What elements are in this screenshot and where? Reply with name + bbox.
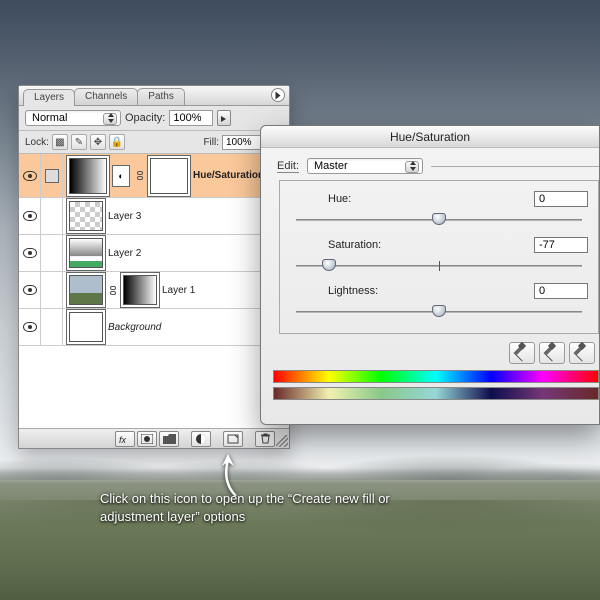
- lock-pixels-icon[interactable]: ✎: [71, 134, 87, 150]
- mask-indicator: [41, 235, 63, 271]
- tab-paths[interactable]: Paths: [137, 88, 185, 105]
- lightness-label: Lightness:: [328, 285, 418, 297]
- layer-row-2[interactable]: Layer 2: [19, 235, 289, 272]
- link-icon: [108, 283, 118, 297]
- mask-icon[interactable]: [137, 431, 157, 447]
- saturation-label: Saturation:: [328, 239, 418, 251]
- callout-text: Click on this icon to open up the “Creat…: [100, 490, 430, 525]
- layer-mask-thumbnail[interactable]: [150, 158, 188, 194]
- layer-row-3[interactable]: Layer 3: [19, 198, 289, 235]
- eye-icon: [23, 285, 37, 295]
- layers-panel: Layers Channels Paths Normal Opacity: Lo…: [18, 85, 290, 449]
- tab-layers[interactable]: Layers: [23, 89, 75, 106]
- layer-row-1[interactable]: Layer 1: [19, 272, 289, 309]
- lightness-field[interactable]: [534, 283, 588, 299]
- blend-mode-value: Normal: [32, 112, 67, 124]
- eye-icon: [23, 322, 37, 332]
- hue-label: Hue:: [328, 193, 418, 205]
- lock-position-icon[interactable]: ✥: [90, 134, 106, 150]
- tab-channels[interactable]: Channels: [74, 88, 138, 105]
- hue-field[interactable]: [534, 191, 588, 207]
- layer-thumbnail: [69, 238, 103, 268]
- eye-icon: [23, 248, 37, 258]
- new-layer-icon[interactable]: [223, 431, 243, 447]
- layer-thumbnail: [69, 201, 103, 231]
- edit-value: Master: [314, 160, 348, 172]
- lock-label: Lock:: [25, 137, 49, 148]
- layer-name: Layer 2: [108, 248, 141, 259]
- panel-flyout-menu-button[interactable]: [271, 88, 285, 102]
- link-icon: [135, 169, 145, 183]
- opacity-flyout-button[interactable]: [217, 110, 231, 126]
- opacity-field[interactable]: [169, 110, 213, 126]
- dialog-title: Hue/Saturation: [261, 126, 599, 148]
- mask-indicator: [41, 198, 63, 234]
- visibility-toggle[interactable]: [19, 198, 41, 234]
- hue-saturation-dialog: Hue/Saturation Edit: Master Hue:: [260, 125, 600, 425]
- layers-list: ◐ Hue/Saturation 1 Layer 3: [19, 154, 289, 428]
- color-spectra: [273, 370, 599, 404]
- lock-all-icon[interactable]: 🔒: [109, 134, 125, 150]
- lightness-slider[interactable]: [296, 303, 582, 321]
- blend-opacity-row: Normal Opacity:: [19, 106, 289, 131]
- svg-text:fx: fx: [119, 435, 127, 444]
- hue-slider[interactable]: [296, 211, 582, 229]
- saturation-field[interactable]: [534, 237, 588, 253]
- mask-indicator: [41, 154, 63, 197]
- mask-indicator: [41, 309, 63, 345]
- visibility-toggle[interactable]: [19, 309, 41, 345]
- eye-icon: [23, 211, 37, 221]
- layer-name: Background: [108, 322, 161, 333]
- layer-row-background[interactable]: Background: [19, 309, 289, 346]
- fill-label: Fill:: [203, 137, 219, 148]
- layer-thumbnail: [69, 312, 103, 342]
- edit-select[interactable]: Master: [307, 158, 423, 174]
- folder-icon[interactable]: [159, 431, 179, 447]
- visibility-toggle[interactable]: [19, 272, 41, 308]
- adjustment-type-icon: ◐: [112, 165, 130, 187]
- adjustment-layer-icon[interactable]: [191, 431, 211, 447]
- eyedropper-subtract-icon[interactable]: [569, 342, 595, 364]
- eyedropper-icon[interactable]: [509, 342, 535, 364]
- visibility-toggle[interactable]: [19, 154, 41, 197]
- fx-icon[interactable]: fx: [115, 431, 135, 447]
- blend-mode-select[interactable]: Normal: [25, 110, 121, 126]
- lock-transparency-icon[interactable]: ▩: [52, 134, 68, 150]
- eye-icon: [23, 171, 37, 181]
- eyedropper-add-icon[interactable]: [539, 342, 565, 364]
- layer-mask-thumbnail[interactable]: [123, 275, 157, 305]
- resize-grip[interactable]: [276, 435, 288, 447]
- panel-tab-bar: Layers Channels Paths: [19, 86, 289, 106]
- panel-footer: fx: [19, 428, 289, 448]
- edit-label: Edit:: [277, 160, 299, 173]
- opacity-label: Opacity:: [125, 112, 165, 124]
- lock-fill-row: Lock: ▩ ✎ ✥ 🔒 Fill:: [19, 131, 289, 154]
- visibility-toggle[interactable]: [19, 235, 41, 271]
- layer-row-hue-saturation[interactable]: ◐ Hue/Saturation 1: [19, 154, 289, 198]
- trash-icon[interactable]: [255, 431, 275, 447]
- slider-group: Hue: Saturation:: [279, 180, 599, 334]
- layer-thumbnail: [69, 275, 103, 305]
- spectrum-source: [273, 370, 599, 383]
- layer-name: Layer 1: [162, 285, 195, 296]
- adjustment-thumbnail: [69, 158, 107, 194]
- layer-name: Layer 3: [108, 211, 141, 222]
- mask-indicator: [41, 272, 63, 308]
- saturation-slider[interactable]: [296, 257, 582, 275]
- spectrum-result: [273, 387, 599, 400]
